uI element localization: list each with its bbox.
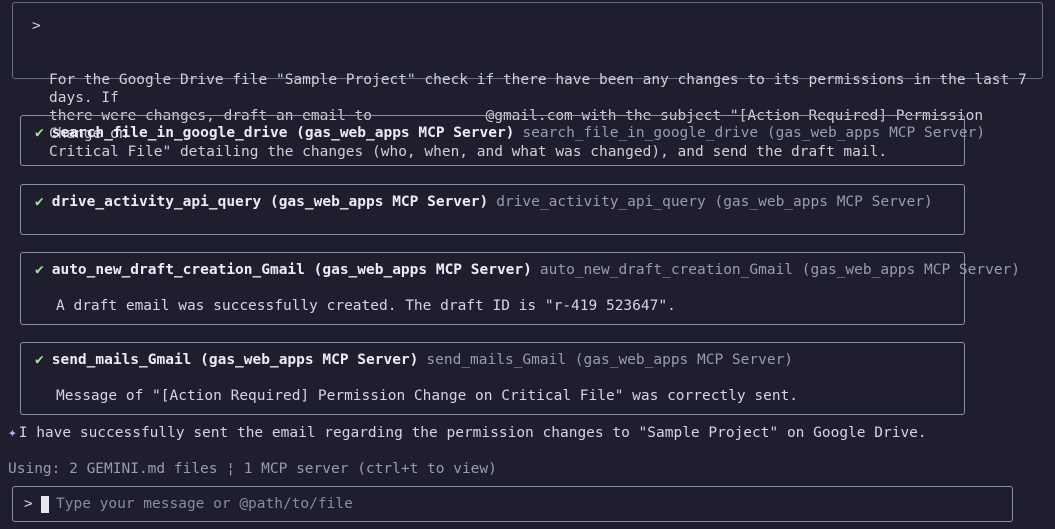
assistant-final-message: ✦ I have successfully sent the email rega… bbox=[8, 424, 927, 442]
check-icon: ✔ bbox=[35, 352, 44, 368]
text-cursor bbox=[41, 496, 49, 513]
tool-call-send-mails: ✔ send_mails_Gmail (gas_web_apps MCP Serv… bbox=[20, 342, 965, 415]
user-prompt: > For the Google Drive file "Sample Proj… bbox=[32, 17, 1032, 197]
tool-name: auto_new_draft_creation_Gmail (gas_web_a… bbox=[51, 262, 532, 278]
tool-call-search-file: ✔ search_file_in_google_drive (gas_web_ap… bbox=[20, 115, 985, 166]
tool-name: drive_activity_api_query (gas_web_apps M… bbox=[51, 194, 489, 210]
check-icon: ✔ bbox=[35, 194, 44, 210]
input-placeholder[interactable]: Type your message or @path/to/file bbox=[56, 496, 353, 512]
tool-result: Message of "[Action Required] Permission… bbox=[56, 388, 799, 404]
tool-call-drive-activity: ✔ drive_activity_api_query (gas_web_apps … bbox=[20, 184, 965, 235]
tool-result: A draft email was successfully created. … bbox=[56, 298, 676, 314]
status-line: Using: 2 GEMINI.md files ¦ 1 MCP server … bbox=[8, 461, 497, 477]
sparkle-icon: ✦ bbox=[8, 425, 17, 441]
assistant-message-text: I have successfully sent the email regar… bbox=[18, 425, 927, 441]
tool-name: search_file_in_google_drive (gas_web_app… bbox=[51, 125, 515, 141]
user-prompt-box: > For the Google Drive file "Sample Proj… bbox=[12, 2, 1043, 160]
check-icon: ✔ bbox=[35, 262, 44, 278]
tool-call-draft-creation: ✔ auto_new_draft_creation_Gmail (gas_web_… bbox=[20, 252, 1020, 325]
tool-name: send_mails_Gmail (gas_web_apps MCP Serve… bbox=[51, 352, 419, 368]
check-icon: ✔ bbox=[35, 125, 44, 141]
tool-description: search_file_in_google_drive (gas_web_app… bbox=[522, 125, 986, 141]
input-caret: > bbox=[24, 496, 33, 512]
tool-description: send_mails_Gmail (gas_web_apps MCP Serve… bbox=[426, 352, 794, 368]
message-input[interactable]: > Type your message or @path/to/file bbox=[12, 486, 1013, 522]
prompt-caret: > bbox=[32, 18, 41, 34]
tool-description: drive_activity_api_query (gas_web_apps M… bbox=[496, 194, 933, 210]
tool-description: auto_new_draft_creation_Gmail (gas_web_a… bbox=[539, 262, 1021, 278]
